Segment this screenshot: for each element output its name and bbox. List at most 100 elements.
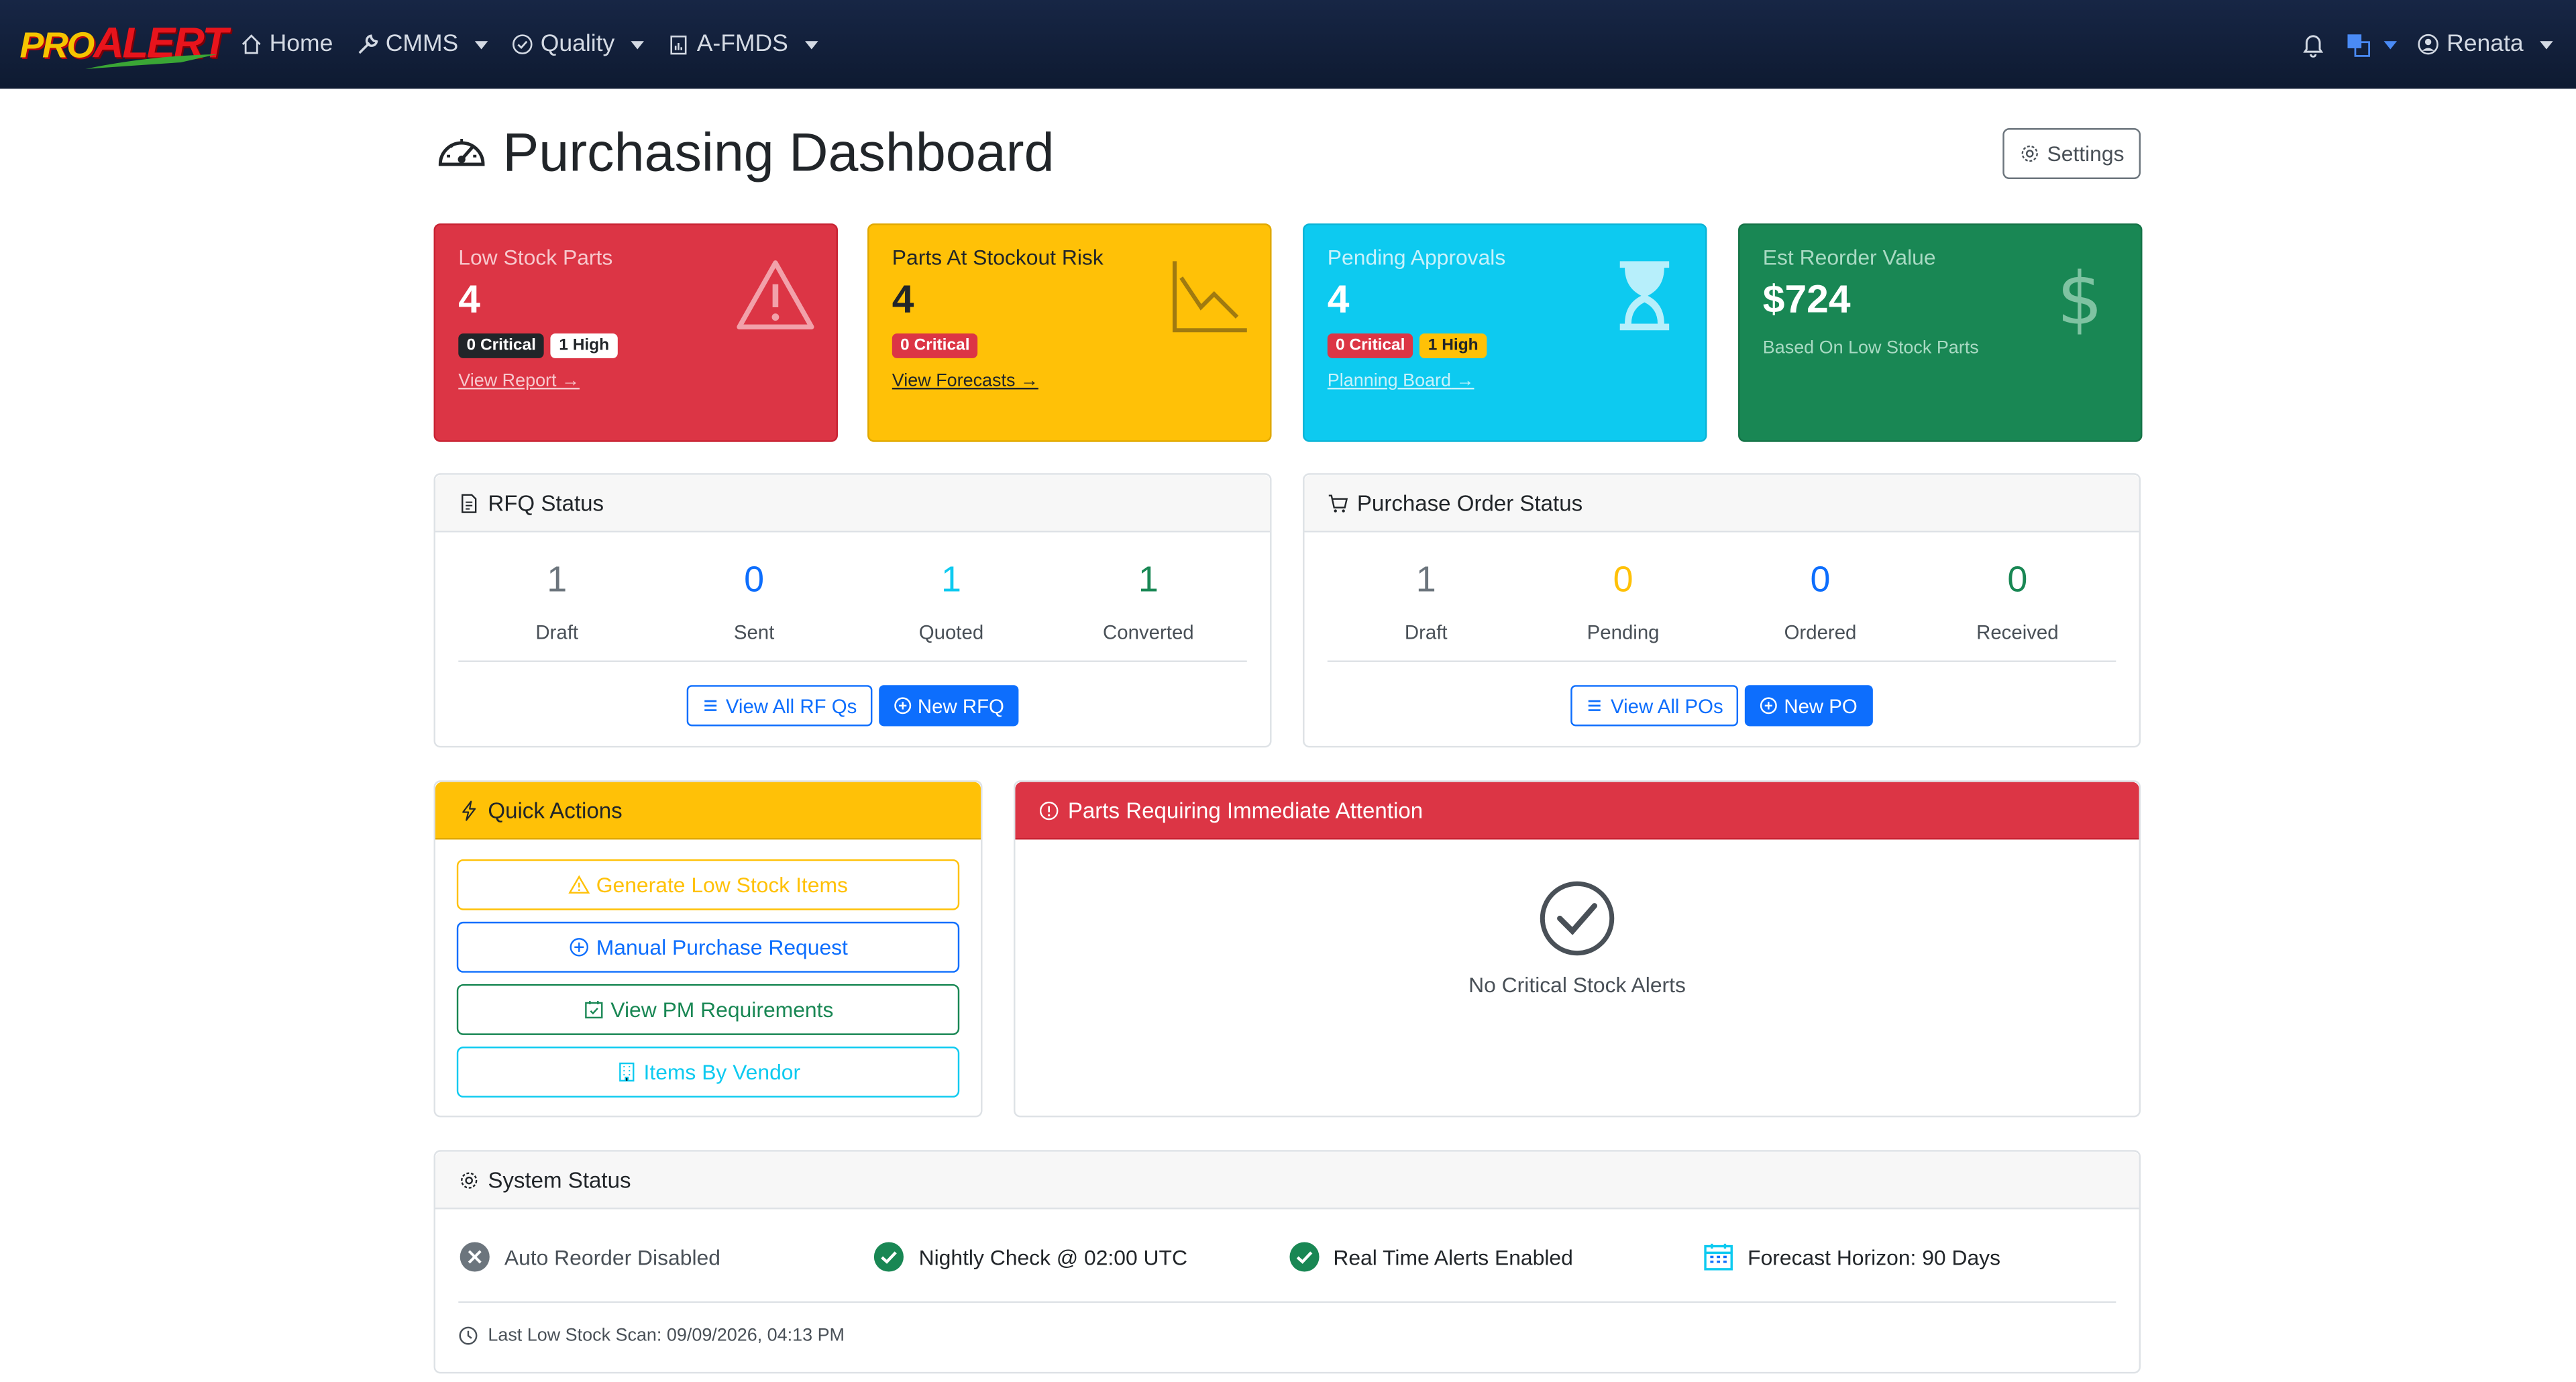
critical-badge: 0 Critical (1327, 333, 1413, 358)
view-report-link[interactable]: View Report → (458, 371, 580, 390)
plus-circle-icon (570, 938, 588, 957)
check-circle-icon (512, 34, 533, 54)
user-name: Renata (2447, 31, 2524, 58)
rfq-draft-count[interactable]: 1 Draft (458, 555, 655, 644)
po-counts: 1 Draft 0 Pending 0 Ordered 0 Received (1327, 555, 2116, 662)
panel-header: Purchase Order Status (1304, 474, 2139, 533)
quick-actions-panel: Quick Actions Generate Low Stock Items M… (433, 780, 983, 1118)
po-draft-count[interactable]: 1 Draft (1328, 555, 1525, 644)
check-circle-icon (1289, 1242, 1319, 1272)
nav-afmds[interactable]: A-FMDS (667, 32, 818, 58)
po-received-count[interactable]: 0 Received (1919, 555, 2116, 644)
exclamation-circle-icon (1039, 800, 1059, 820)
last-scan-text: Last Low Stock Scan: 09/09/2026, 04:13 P… (458, 1301, 2116, 1346)
building-icon (619, 1062, 634, 1082)
panel-header: Quick Actions (435, 782, 981, 840)
rfq-sent-count[interactable]: 0 Sent (655, 555, 853, 644)
panel-header: RFQ Status (435, 474, 1271, 533)
bell-icon (2303, 35, 2324, 58)
warning-triangle-icon (737, 260, 814, 330)
proalert-logo[interactable]: PROALERT (16, 16, 228, 69)
plus-circle-icon (894, 697, 911, 714)
empty-state-text: No Critical Stock Alerts (1468, 972, 1686, 998)
new-po-button[interactable]: New PO (1744, 685, 1872, 727)
check-circle-icon (874, 1242, 904, 1272)
rfq-quoted-count[interactable]: 1 Quoted (853, 555, 1050, 644)
gear-icon (461, 1171, 478, 1188)
panel-title: System Status (488, 1167, 631, 1192)
planning-board-link[interactable]: Planning Board → (1328, 371, 1474, 390)
x-circle-icon (460, 1242, 490, 1272)
page-title: Purchasing Dashboard (502, 121, 1055, 182)
plus-circle-icon (1760, 697, 1777, 714)
generate-low-stock-button[interactable]: Generate Low Stock Items (456, 859, 960, 910)
critical-badge: 0 Critical (458, 333, 545, 358)
app-page: PROALERT Home CMMS Quality A-FMDS Renata… (0, 0, 2576, 1382)
check-circle-icon (1540, 881, 1615, 956)
language-button[interactable] (2347, 32, 2398, 57)
person-circle-icon (2418, 34, 2439, 55)
system-status-panel: System Status Auto Reorder Disabled Nigh… (433, 1150, 2141, 1374)
card-subtext: Based On Low Stock Parts (1762, 338, 1979, 358)
user-menu[interactable]: Renata (2417, 32, 2553, 58)
main-nav: Home CMMS Quality A-FMDS (240, 0, 818, 89)
panel-title: Purchase Order Status (1356, 490, 1583, 515)
graph-down-icon (1172, 261, 1247, 333)
list-icon (1589, 700, 1601, 711)
high-badge: 1 High (551, 333, 618, 358)
chevron-down-icon (2540, 40, 2553, 49)
nav-home[interactable]: Home (240, 32, 333, 58)
list-icon (704, 700, 716, 711)
reorder-value-card: Est Reorder Value $724 Based On Low Stoc… (1738, 223, 2143, 442)
rfq-counts: 1 Draft 0 Sent 1 Quoted 1 Converted (458, 555, 1247, 662)
panel-title: Quick Actions (488, 797, 623, 822)
new-rfq-button[interactable]: New RFQ (878, 685, 1019, 727)
view-pm-requirements-button[interactable]: View PM Requirements (456, 984, 960, 1035)
logo-swoosh-icon (85, 54, 217, 69)
clock-icon (459, 1326, 478, 1345)
panel-title: RFQ Status (488, 490, 604, 515)
calendar-icon (1703, 1243, 1733, 1271)
forecast-horizon-status: Forecast Horizon: 90 Days (1702, 1240, 2116, 1273)
wrench-icon (358, 34, 378, 54)
translate-icon (2348, 34, 2371, 56)
gear-icon (2021, 145, 2038, 162)
view-forecasts-link[interactable]: View Forecasts → (892, 371, 1038, 390)
page-header: Purchasing Dashboard (434, 121, 1055, 184)
chevron-down-icon (804, 40, 818, 49)
hourglass-icon (1619, 261, 1670, 331)
immediate-attention-panel: Parts Requiring Immediate Attention No C… (1014, 780, 2141, 1118)
calendar-check-icon (584, 1000, 602, 1019)
rfq-status-panel: RFQ Status 1 Draft 0 Sent 1 Quoted 1 Convert… (433, 473, 1272, 748)
nav-right: Renata (2300, 0, 2553, 89)
po-pending-count[interactable]: 0 Pending (1525, 555, 1722, 644)
nav-cmms-label: CMMS (385, 31, 459, 58)
panel-title: Parts Requiring Immediate Attention (1067, 797, 1424, 822)
pending-approvals-card: Pending Approvals 4 0 Critical 1 High Pl… (1303, 223, 1707, 442)
view-all-rfqs-button[interactable]: View All RF Qs (686, 685, 872, 727)
view-all-pos-button[interactable]: View All POs (1571, 685, 1738, 727)
auto-reorder-status: Auto Reorder Disabled (458, 1240, 873, 1273)
stockout-risk-card: Parts At Stockout Risk 4 0 Critical View… (867, 223, 1272, 442)
nav-quality[interactable]: Quality (511, 32, 645, 58)
settings-button[interactable]: Settings (2002, 128, 2141, 179)
items-by-vendor-button[interactable]: Items By Vendor (456, 1047, 960, 1098)
purchase-order-status-panel: Purchase Order Status 1 Draft 0 Pending 0O… (1303, 473, 2141, 748)
warning-triangle-icon (568, 875, 590, 894)
settings-label: Settings (2047, 141, 2125, 166)
chevron-down-icon (2384, 40, 2398, 49)
file-text-icon (462, 493, 477, 513)
clipboard-data-icon (670, 36, 687, 55)
notifications-button[interactable] (2300, 32, 2326, 58)
nav-cmms[interactable]: CMMS (356, 32, 488, 58)
cart-icon (1328, 494, 1348, 512)
po-ordered-count[interactable]: 0 Ordered (1722, 555, 1919, 644)
home-icon (241, 34, 261, 54)
nav-afmds-label: A-FMDS (696, 31, 788, 58)
svg-text:$: $ (2057, 257, 2103, 337)
top-navbar: PROALERT Home CMMS Quality A-FMDS Renata (0, 0, 2576, 89)
rfq-converted-count[interactable]: 1 Converted (1050, 555, 1247, 644)
manual-purchase-request-button[interactable]: Manual Purchase Request (456, 921, 960, 973)
dollar-icon: $ (2057, 257, 2103, 337)
nav-quality-label: Quality (540, 31, 615, 58)
